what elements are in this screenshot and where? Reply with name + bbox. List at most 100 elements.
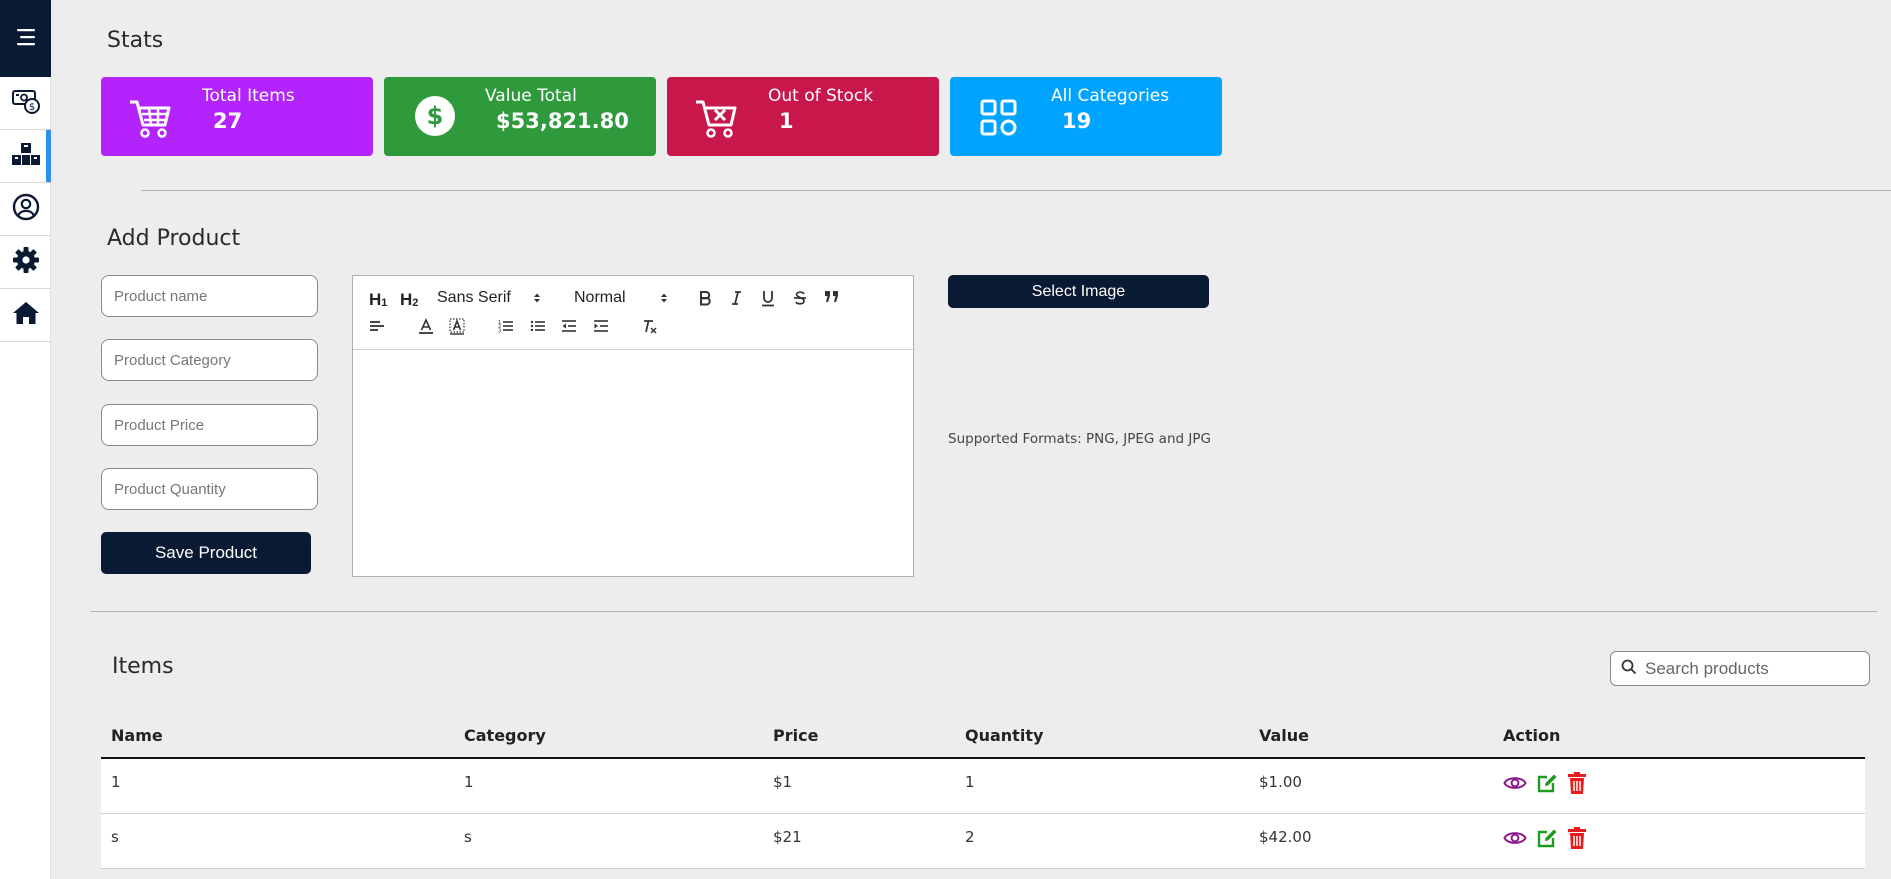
- menu-button[interactable]: [0, 0, 51, 77]
- table-row: 1 1 $1 1 $1.00: [101, 759, 1865, 814]
- blockquote-button[interactable]: [824, 290, 840, 304]
- bullet-list-icon: [530, 319, 546, 333]
- column-header-quantity: Quantity: [965, 726, 1044, 745]
- stat-card-value-total: $ Value Total $53,821.80: [384, 77, 656, 156]
- column-header-action: Action: [1503, 726, 1561, 745]
- search-input[interactable]: [1645, 658, 1855, 679]
- supported-formats-text: Supported Formats: PNG, JPEG and JPG: [948, 431, 1211, 447]
- font-size-value: Normal: [574, 289, 626, 306]
- stat-label: All Categories: [1051, 86, 1170, 106]
- table-header: Name Category Price Quantity Value Actio…: [101, 718, 1865, 759]
- edit-icon[interactable]: [1536, 827, 1558, 853]
- cell-price: $21: [773, 828, 802, 846]
- font-family-value: Sans Serif: [437, 289, 511, 306]
- stats-title: Stats: [107, 28, 164, 53]
- strike-button[interactable]: [793, 290, 807, 306]
- inventory-icon: [11, 141, 41, 171]
- cell-category: 1: [464, 773, 474, 791]
- stat-card-all-categories: All Categories 19: [950, 77, 1222, 156]
- view-icon[interactable]: [1503, 829, 1527, 851]
- bold-button[interactable]: [698, 290, 712, 306]
- cell-value: $42.00: [1259, 828, 1312, 846]
- italic-icon: [730, 290, 742, 306]
- sidebar-item-home[interactable]: [0, 289, 51, 342]
- cell-name: s: [111, 828, 119, 846]
- stat-label: Out of Stock: [768, 86, 874, 106]
- stat-value: 27: [213, 109, 243, 133]
- heading-2-button[interactable]: H2: [400, 290, 418, 310]
- highlight-icon: [449, 318, 465, 335]
- align-left-icon: [369, 319, 385, 333]
- select-arrows-icon: [533, 292, 541, 304]
- text-color-button[interactable]: [418, 318, 434, 335]
- sidebar: $: [0, 0, 51, 879]
- stat-value: 1: [779, 109, 794, 133]
- ordered-list-button[interactable]: 123: [498, 319, 514, 333]
- heading-1-label: H: [369, 290, 382, 309]
- sidebar-item-inventory[interactable]: [0, 130, 51, 183]
- stat-card-out-of-stock: Out of Stock 1: [667, 77, 939, 156]
- product-quantity-input[interactable]: [101, 468, 318, 510]
- items-title: Items: [112, 654, 174, 679]
- quote-icon: [824, 290, 840, 304]
- table-row: s s $21 2 $42.00: [101, 814, 1865, 869]
- row-actions: [1503, 771, 1587, 799]
- cell-price: $1: [773, 773, 793, 791]
- stat-label: Value Total: [485, 86, 577, 106]
- products-table: Name Category Price Quantity Value Actio…: [101, 718, 1865, 869]
- text-color-icon: [418, 318, 434, 335]
- font-size-select[interactable]: Normal: [574, 289, 668, 307]
- outdent-button[interactable]: [561, 319, 577, 333]
- editor-toolbar: H1 H2 Sans Serif Normal 1 2 3: [353, 276, 913, 350]
- background-color-button[interactable]: [449, 318, 465, 335]
- heading-2-label: H: [400, 290, 413, 309]
- product-name-input[interactable]: [101, 275, 318, 317]
- svg-text:$: $: [28, 102, 34, 113]
- delete-icon[interactable]: [1567, 826, 1587, 854]
- indent-icon: [593, 319, 609, 333]
- outdent-icon: [561, 319, 577, 333]
- save-product-button[interactable]: Save Product: [101, 532, 311, 574]
- heading-1-sub: 1: [381, 297, 388, 309]
- product-category-input[interactable]: [101, 339, 318, 381]
- sidebar-item-settings[interactable]: [0, 236, 51, 289]
- svg-text:3: 3: [498, 329, 501, 334]
- user-circle-icon: [12, 193, 40, 225]
- svg-text:$: $: [427, 102, 444, 130]
- italic-button[interactable]: [730, 290, 742, 306]
- categories-icon: [976, 95, 1022, 141]
- cell-category: s: [464, 828, 472, 846]
- clear-format-button[interactable]: [641, 319, 659, 335]
- column-header-value: Value: [1259, 726, 1310, 745]
- hamburger-icon: [15, 28, 37, 50]
- cell-quantity: 2: [965, 828, 975, 846]
- delete-icon[interactable]: [1567, 771, 1587, 799]
- indent-button[interactable]: [593, 319, 609, 333]
- heading-1-button[interactable]: H1: [369, 290, 387, 310]
- cart-icon: [127, 95, 173, 141]
- align-button[interactable]: [369, 319, 385, 333]
- product-price-input[interactable]: [101, 404, 318, 446]
- home-icon: [12, 300, 40, 330]
- select-image-button[interactable]: Select Image: [948, 275, 1209, 308]
- editor-content-area[interactable]: [353, 350, 913, 576]
- strikethrough-icon: [793, 290, 807, 306]
- select-arrows-icon: [660, 292, 668, 304]
- money-icon: $: [11, 86, 41, 120]
- sidebar-item-profile[interactable]: [0, 183, 51, 236]
- cart-remove-icon: [693, 95, 739, 141]
- bold-icon: [698, 290, 712, 306]
- stat-card-total-items: Total Items 27: [101, 77, 373, 156]
- stat-value: $53,821.80: [496, 109, 629, 133]
- underline-button[interactable]: [761, 290, 775, 307]
- font-family-select[interactable]: Sans Serif: [437, 289, 541, 307]
- sidebar-item-money[interactable]: $: [0, 77, 51, 130]
- divider: [90, 611, 1877, 612]
- dollar-icon: $: [414, 95, 460, 141]
- gear-icon: [12, 246, 40, 278]
- search-box: [1610, 651, 1870, 686]
- view-icon[interactable]: [1503, 774, 1527, 796]
- bullet-list-button[interactable]: [530, 319, 546, 333]
- edit-icon[interactable]: [1536, 772, 1558, 798]
- divider: [141, 190, 1891, 191]
